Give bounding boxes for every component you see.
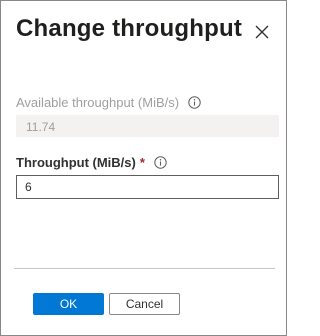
ok-button[interactable]: OK (33, 293, 104, 315)
available-throughput-label: Available throughput (MiB/s) (16, 95, 201, 110)
available-throughput-field: 11.74 (16, 115, 279, 137)
footer-divider (14, 268, 275, 269)
info-icon[interactable] (154, 156, 167, 169)
throughput-label-text: Throughput (MiB/s) (16, 155, 136, 170)
required-marker: * (139, 155, 145, 170)
info-icon[interactable] (188, 96, 201, 109)
close-button[interactable] (253, 23, 271, 41)
cancel-button[interactable]: Cancel (109, 293, 180, 315)
change-throughput-dialog: Change throughput Available throughput (… (0, 0, 287, 336)
throughput-input[interactable] (16, 175, 279, 199)
throughput-label: Throughput (MiB/s) * (16, 155, 167, 170)
dialog-title: Change throughput (16, 15, 243, 42)
close-icon (253, 23, 271, 41)
available-throughput-label-text: Available throughput (MiB/s) (16, 95, 180, 110)
